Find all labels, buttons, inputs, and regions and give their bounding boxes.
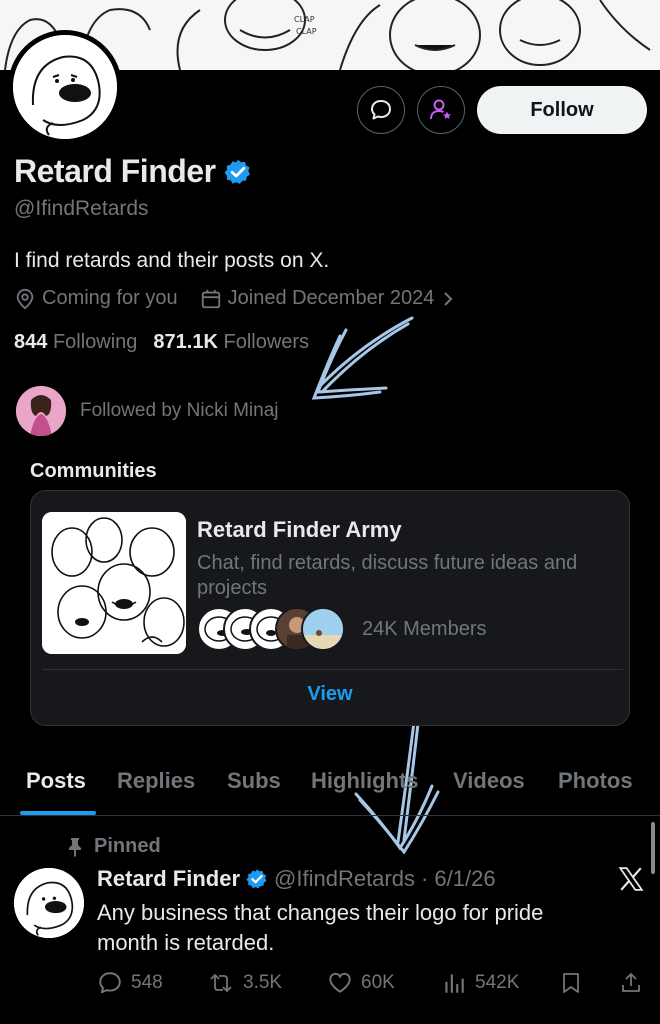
post-actions: 548 3.5K 60K 542K — [97, 970, 657, 1000]
tab-videos[interactable]: Videos — [453, 768, 525, 794]
views-button[interactable]: 542K — [441, 970, 519, 996]
post-author-name[interactable]: Retard Finder — [97, 866, 240, 892]
reply-icon — [99, 972, 121, 994]
tab-subs[interactable]: Subs — [227, 768, 281, 794]
profile-tabs: Posts Replies Subs Highlights Videos Pho… — [0, 766, 660, 816]
community-view-button[interactable]: View — [31, 683, 629, 706]
reply-button[interactable]: 548 — [97, 970, 163, 996]
repost-icon — [210, 973, 232, 993]
x-logo-icon[interactable] — [618, 866, 644, 899]
share-icon — [622, 972, 640, 992]
heart-icon — [329, 972, 351, 993]
pinned-label-row: Pinned — [66, 835, 161, 858]
post-text: Any business that changes their logo for… — [97, 900, 544, 955]
followed-by-text: Followed by Nicki Minaj — [80, 400, 279, 421]
pinned-label: Pinned — [94, 835, 161, 857]
like-button[interactable]: 60K — [327, 970, 395, 996]
like-count: 60K — [361, 972, 395, 993]
views-count: 542K — [475, 972, 520, 993]
tab-highlights[interactable]: Highlights — [311, 768, 419, 794]
post-avatar-image — [14, 868, 84, 938]
repost-count: 3.5K — [243, 972, 283, 993]
community-thumbnail-image — [42, 512, 186, 654]
community-card[interactable]: Retard Finder Army Chat, find retards, d… — [30, 490, 630, 726]
scrollbar[interactable] — [651, 822, 655, 874]
x-icon — [618, 867, 644, 891]
follower-avatar-image — [16, 386, 66, 436]
member-avatar — [301, 607, 345, 651]
tab-posts[interactable]: Posts — [26, 768, 86, 794]
community-description: Chat, find retards, discuss future ideas… — [197, 552, 578, 599]
community-members: 24K Members — [362, 618, 487, 640]
views-chart-icon — [445, 974, 464, 993]
pin-icon — [69, 837, 81, 857]
repost-button[interactable]: 3.5K — [207, 970, 282, 996]
tab-photos[interactable]: Photos — [558, 768, 633, 794]
post-author-avatar[interactable] — [14, 868, 84, 938]
share-button[interactable] — [619, 970, 643, 996]
verified-badge-icon — [246, 869, 267, 889]
tab-replies[interactable]: Replies — [117, 768, 195, 794]
bookmark-icon — [563, 973, 579, 993]
follower-avatar — [16, 386, 66, 436]
community-thumbnail — [42, 512, 186, 654]
followed-by-row[interactable]: Followed by Nicki Minaj — [16, 386, 279, 436]
community-name[interactable]: Retard Finder Army — [197, 517, 402, 543]
bookmark-button[interactable] — [559, 970, 583, 996]
member-avatars — [197, 607, 345, 651]
post-author-handle[interactable]: @IfindRetards — [274, 866, 415, 892]
communities-title: Communities — [30, 460, 157, 482]
community-divider — [42, 669, 623, 670]
active-tab-indicator — [20, 811, 96, 815]
post-header: Retard Finder @IfindRetards · 6/1/26 — [97, 866, 496, 892]
reply-count: 548 — [131, 972, 163, 993]
post-date[interactable]: · 6/1/26 — [421, 866, 496, 892]
